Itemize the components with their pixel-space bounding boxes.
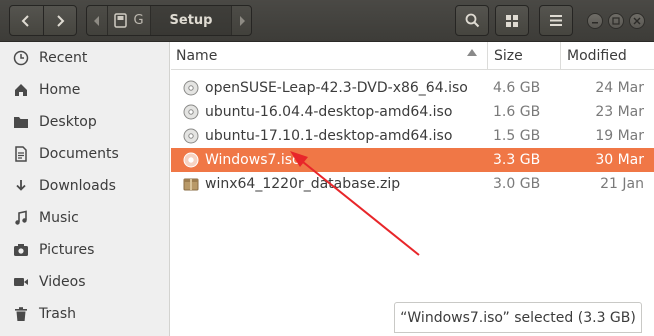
- menu-button[interactable]: [539, 5, 573, 36]
- minimize-icon: [592, 22, 598, 24]
- close-icon: [633, 17, 641, 25]
- places-sidebar: Recent Home Desktop Documents Downloads …: [0, 42, 170, 336]
- column-header-row: Name Size Modified: [171, 42, 654, 70]
- hamburger-icon: [550, 15, 562, 26]
- music-icon: [12, 209, 30, 227]
- chevron-right-icon: [57, 14, 65, 27]
- file-row[interactable]: ubuntu-16.04.4-desktop-amd64.iso 1.6 GB …: [171, 100, 654, 124]
- sidebar-item-home[interactable]: Home: [0, 74, 169, 106]
- file-modified: 23 Mar: [595, 104, 644, 120]
- chevron-left-icon: [22, 14, 30, 27]
- sidebar-item-label: Recent: [39, 50, 88, 66]
- sidebar-item-trash[interactable]: Trash: [0, 298, 169, 330]
- file-modified: 24 Mar: [595, 80, 644, 96]
- maximize-icon: [612, 17, 620, 25]
- column-header-size-label: Size: [494, 48, 523, 64]
- triangle-left-icon: [94, 15, 99, 26]
- sort-ascending-icon: [467, 49, 477, 56]
- sidebar-item-label: Home: [39, 82, 81, 98]
- file-row[interactable]: ubuntu-17.10.1-desktop-amd64.iso 1.5 GB …: [171, 124, 654, 148]
- header-bar: G Setup: [0, 0, 654, 42]
- sidebar-item-label: Trash: [39, 306, 76, 322]
- disc-icon: [183, 152, 199, 168]
- file-name: winx64_1220r_database.zip: [205, 176, 401, 192]
- camera-icon: [12, 241, 30, 259]
- file-size: 4.6 GB: [493, 80, 541, 96]
- minimize-button[interactable]: [587, 13, 603, 29]
- column-header-modified-label: Modified: [567, 48, 627, 64]
- file-modified: 19 Mar: [595, 128, 644, 144]
- file-name: ubuntu-17.10.1-desktop-amd64.iso: [205, 128, 453, 144]
- path-button-current[interactable]: Setup: [151, 6, 231, 35]
- file-size: 1.6 GB: [493, 104, 541, 120]
- navigation-buttons: [9, 5, 77, 36]
- file-name: openSUSE-Leap-42.3-DVD-x86_64.iso: [205, 80, 468, 96]
- close-button[interactable]: [629, 13, 645, 29]
- path-button-home[interactable]: G: [107, 6, 151, 35]
- back-button[interactable]: [10, 6, 43, 35]
- sidebar-item-documents[interactable]: Documents: [0, 138, 169, 170]
- column-header-name[interactable]: Name: [171, 42, 487, 70]
- sidebar-item-recent[interactable]: Recent: [0, 42, 169, 74]
- drive-icon: [114, 13, 128, 28]
- path-home-label: G: [133, 13, 144, 28]
- home-icon: [12, 81, 30, 99]
- column-header-modified[interactable]: Modified: [560, 42, 654, 70]
- file-list-view: Name Size Modified openSUSE-Leap-42.3-DV…: [171, 42, 654, 336]
- file-row-selected[interactable]: Windows7.iso 3.3 GB 30 Mar: [171, 148, 654, 172]
- grid-icon: [506, 14, 518, 27]
- file-name: Windows7.iso: [205, 152, 301, 168]
- disc-icon: [183, 128, 199, 144]
- trash-icon: [12, 305, 30, 323]
- clock-icon: [12, 49, 30, 67]
- download-icon: [12, 177, 30, 195]
- file-row[interactable]: winx64_1220r_database.zip 3.0 GB 21 Jan: [171, 172, 654, 196]
- file-size: 3.0 GB: [493, 176, 541, 192]
- sidebar-item-label: Desktop: [39, 114, 97, 130]
- selection-status: “Windows7.iso” selected (3.3 GB): [394, 302, 642, 333]
- sidebar-item-label: Music: [39, 210, 79, 226]
- document-icon: [12, 145, 30, 163]
- sidebar-item-label: Downloads: [39, 178, 116, 194]
- search-icon: [465, 13, 479, 28]
- view-toggle-button[interactable]: [495, 5, 529, 36]
- sidebar-item-label: Videos: [39, 274, 86, 290]
- maximize-button[interactable]: [608, 13, 624, 29]
- search-button[interactable]: [455, 5, 489, 36]
- path-bar: G Setup: [86, 5, 252, 36]
- path-scroll-left-button[interactable]: [87, 6, 107, 35]
- sidebar-item-pictures[interactable]: Pictures: [0, 234, 169, 266]
- file-name: ubuntu-16.04.4-desktop-amd64.iso: [205, 104, 453, 120]
- sidebar-item-label: Pictures: [39, 242, 95, 258]
- video-icon: [12, 273, 30, 291]
- sidebar-item-videos[interactable]: Videos: [0, 266, 169, 298]
- disc-icon: [183, 80, 199, 96]
- sidebar-item-music[interactable]: Music: [0, 202, 169, 234]
- file-row[interactable]: openSUSE-Leap-42.3-DVD-x86_64.iso 4.6 GB…: [171, 76, 654, 100]
- path-scroll-right-button[interactable]: [231, 6, 251, 35]
- disc-icon: [183, 104, 199, 120]
- file-modified: 30 Mar: [595, 152, 644, 168]
- file-size: 3.3 GB: [493, 152, 541, 168]
- forward-button[interactable]: [42, 6, 76, 35]
- sidebar-item-label: Documents: [39, 146, 119, 162]
- file-size: 1.5 GB: [493, 128, 541, 144]
- column-header-size[interactable]: Size: [487, 42, 560, 70]
- file-modified: 21 Jan: [600, 176, 644, 192]
- column-header-name-label: Name: [176, 48, 218, 64]
- sidebar-item-desktop[interactable]: Desktop: [0, 106, 169, 138]
- archive-icon: [183, 176, 199, 192]
- folder-icon: [12, 113, 30, 131]
- sidebar-item-downloads[interactable]: Downloads: [0, 170, 169, 202]
- triangle-right-icon: [239, 15, 245, 26]
